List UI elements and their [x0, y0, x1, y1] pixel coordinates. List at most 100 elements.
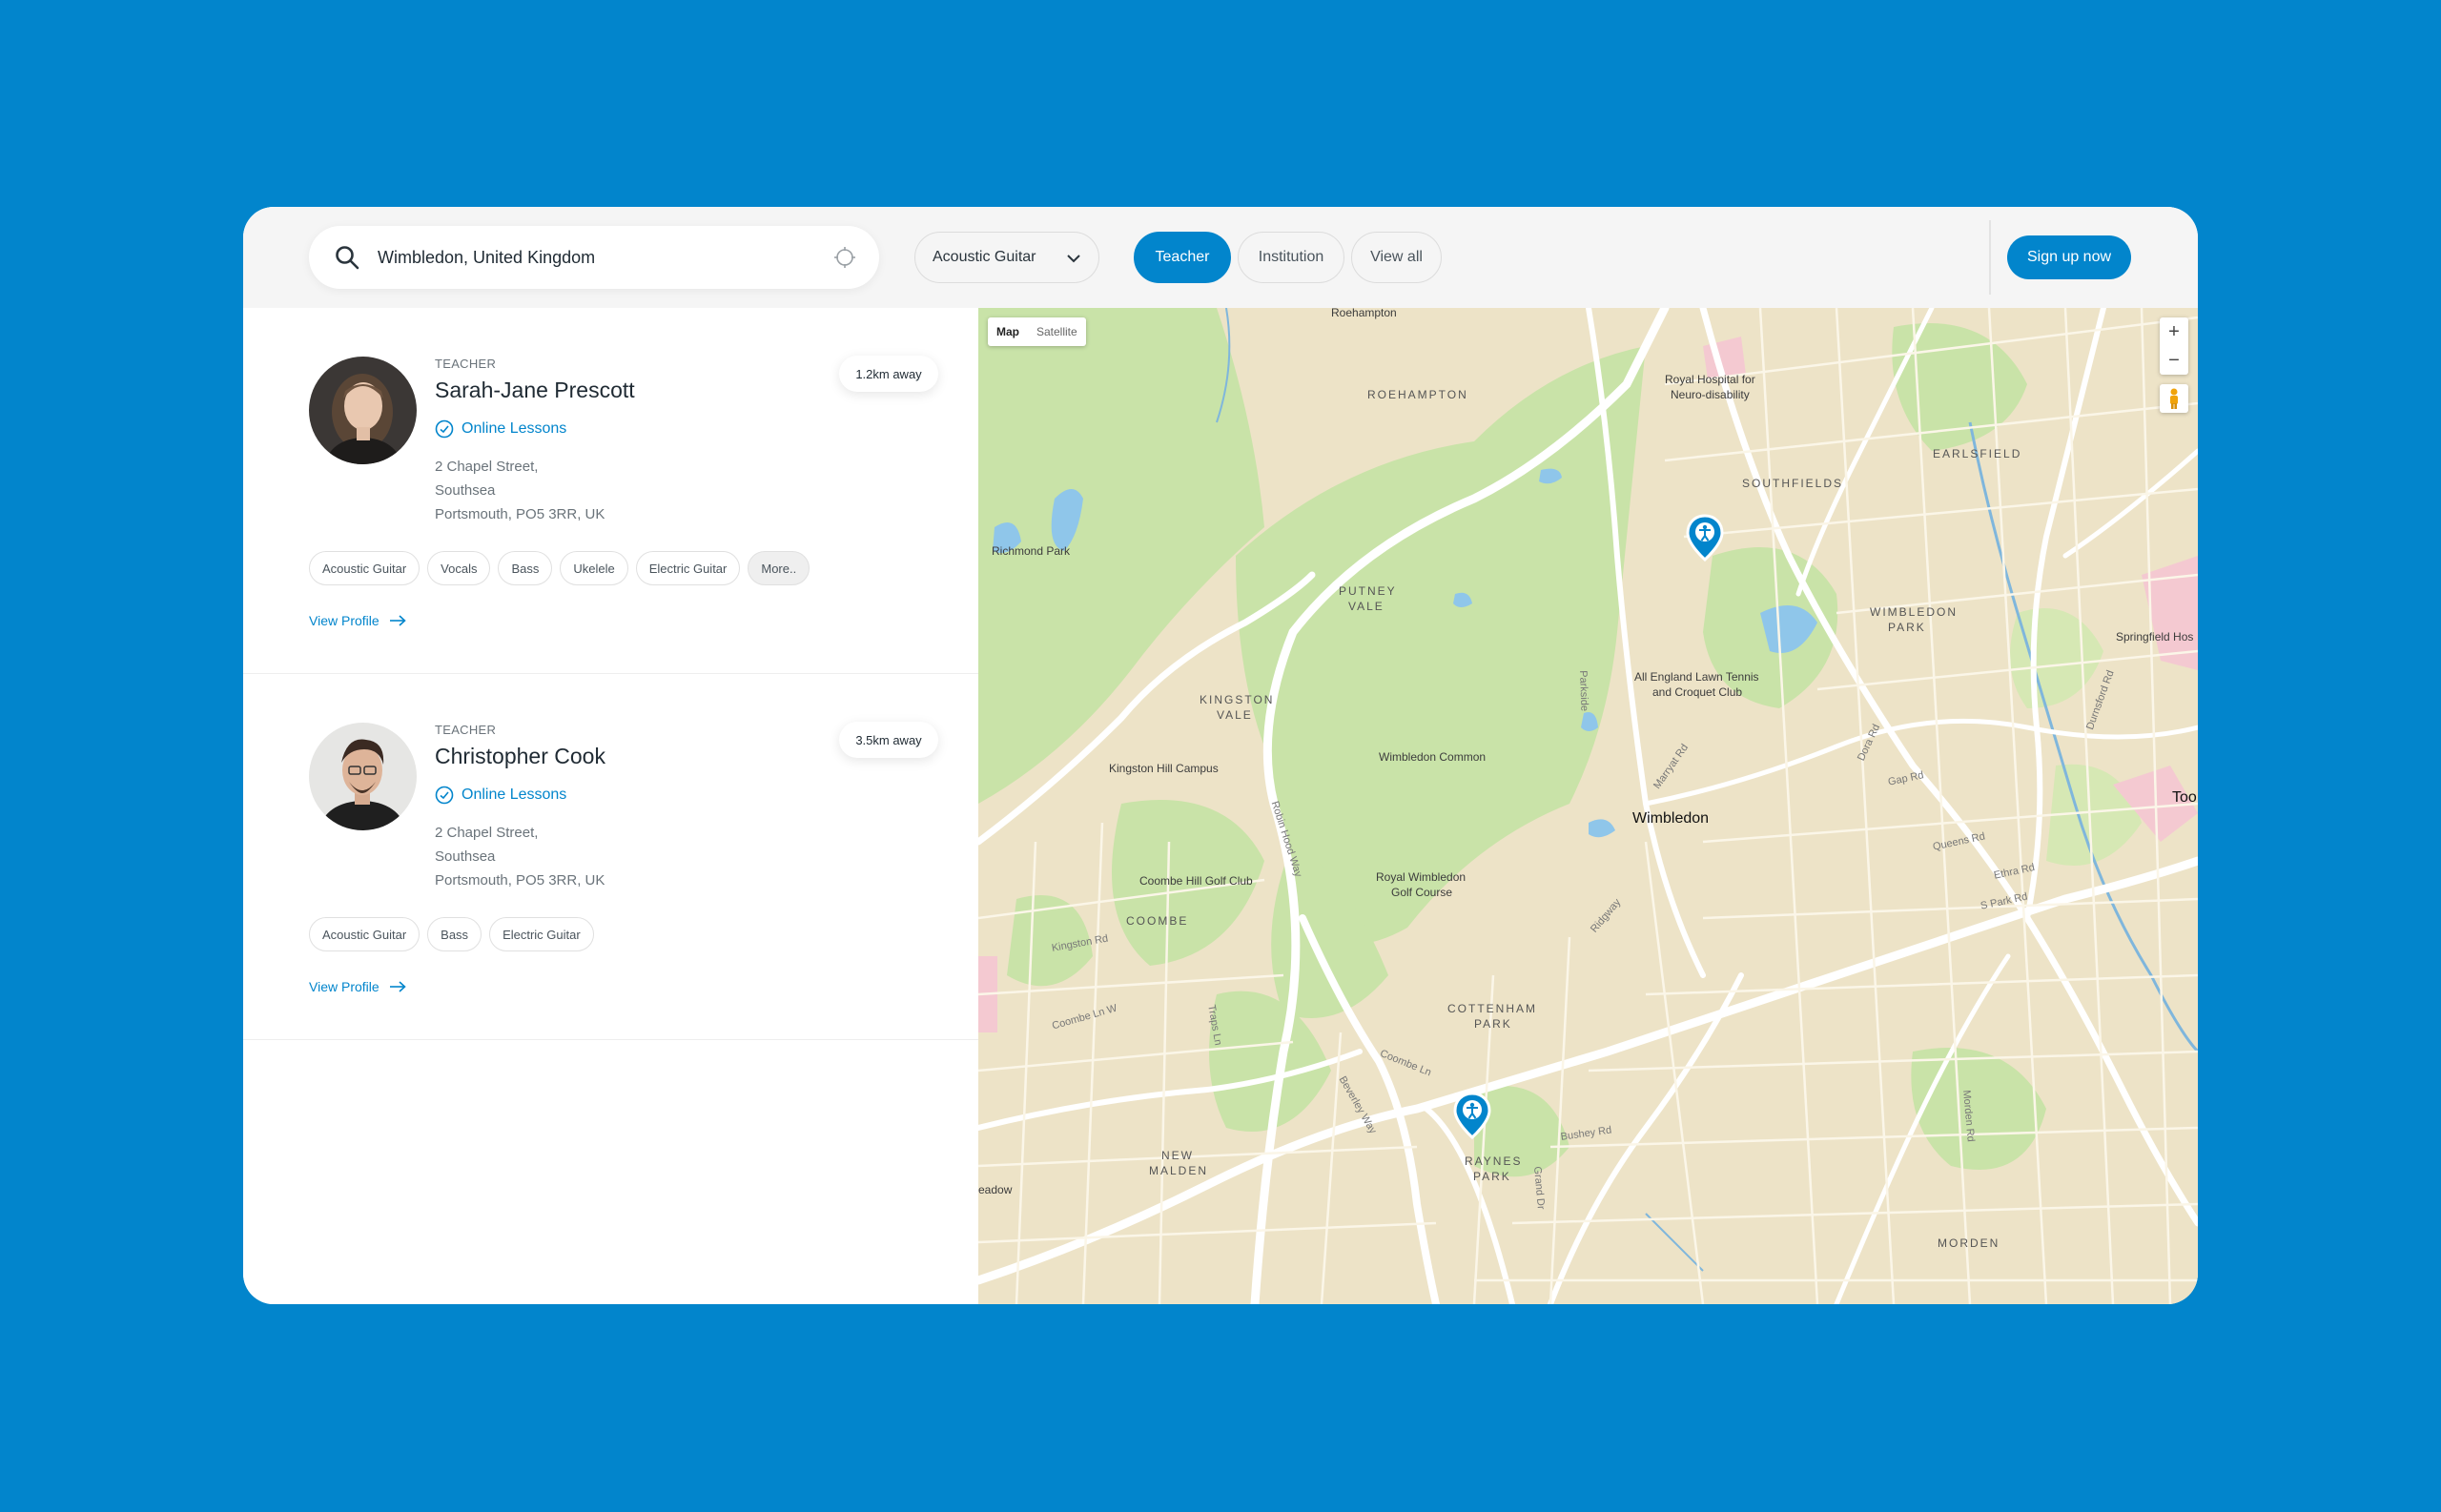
result-role: TEACHER	[435, 357, 497, 371]
sign-up-button[interactable]: Sign up now	[2007, 235, 2131, 279]
map-label: Golf Course	[1391, 886, 1453, 899]
map-label: Springfield Hos	[2116, 630, 2194, 644]
filter-view-all[interactable]: View all	[1351, 232, 1442, 283]
map-label: PUTNEY	[1339, 584, 1397, 598]
online-lessons: Online Lessons	[435, 786, 566, 805]
map-label: NEW	[1161, 1149, 1194, 1162]
instrument-tag[interactable]: Vocals	[427, 551, 491, 585]
search-box[interactable]	[309, 226, 879, 289]
view-profile-link[interactable]: View Profile	[309, 979, 406, 994]
map-label: COOMBE	[1126, 914, 1189, 928]
map-label: Coombe Hill Golf Club	[1139, 874, 1253, 888]
zoom-control: + −	[2160, 317, 2188, 375]
map-label: Wimbledon	[1632, 810, 1710, 827]
instrument-tags: Acoustic Guitar Bass Electric Guitar	[309, 917, 594, 951]
online-lessons-label: Online Lessons	[462, 787, 567, 803]
map-label: COTTENHAM	[1447, 1002, 1537, 1015]
map-label: SOUTHFIELDS	[1742, 477, 1844, 490]
map-type-satellite[interactable]: Satellite	[1028, 325, 1086, 338]
map-label: MALDEN	[1149, 1164, 1209, 1177]
result-name[interactable]: Christopher Cook	[435, 744, 605, 769]
avatar[interactable]	[309, 357, 417, 464]
result-address: 2 Chapel Street, Southsea Portsmouth, PO…	[435, 821, 605, 892]
map-type-control: Map Satellite	[988, 317, 1086, 346]
address-line: Portsmouth, PO5 3RR, UK	[435, 506, 605, 522]
map-label: PARK	[1473, 1170, 1511, 1183]
view-profile-label: View Profile	[309, 613, 379, 628]
online-lessons-label: Online Lessons	[462, 420, 567, 437]
filter-institution[interactable]: Institution	[1238, 232, 1344, 283]
instrument-tag[interactable]: Acoustic Guitar	[309, 551, 421, 585]
arrow-right-icon	[389, 615, 406, 626]
map-label: and Croquet Club	[1652, 685, 1743, 699]
search-input[interactable]	[378, 226, 797, 289]
arrow-right-icon	[389, 981, 406, 992]
result-name[interactable]: Sarah-Jane Prescott	[435, 378, 635, 403]
map-label: PARK	[1888, 621, 1926, 634]
map-label: VALE	[1348, 600, 1385, 613]
zoom-in-button[interactable]: +	[2160, 317, 2188, 346]
result-card: TEACHER Sarah-Jane Prescott Online Lesso…	[243, 308, 978, 674]
app-window: Acoustic Guitar Teacher Institution View…	[243, 207, 2198, 1304]
avatar[interactable]	[309, 723, 417, 830]
result-address: 2 Chapel Street, Southsea Portsmouth, PO…	[435, 455, 605, 526]
online-lessons: Online Lessons	[435, 419, 566, 439]
map-label: All England Lawn Tennis	[1634, 670, 1759, 684]
map-road-label: Parkside	[1577, 670, 1590, 712]
more-tags-button[interactable]: More..	[748, 551, 810, 585]
view-profile-link[interactable]: View Profile	[309, 613, 406, 628]
search-icon	[336, 246, 359, 270]
check-circle-icon	[435, 419, 454, 439]
result-card: TEACHER Christopher Cook Online Lessons …	[243, 674, 978, 1040]
map-label: Neuro-disability	[1671, 388, 1750, 401]
map-label: EARLSFIELD	[1933, 447, 2022, 460]
address-line: Southsea	[435, 848, 496, 865]
instrument-tags: Acoustic Guitar Vocals Bass Ukelele Elec…	[309, 551, 810, 585]
check-circle-icon	[435, 786, 454, 805]
distance-badge: 3.5km away	[839, 722, 938, 758]
map-label: Wimbledon Common	[1379, 750, 1487, 764]
map-label: RAYNES	[1465, 1154, 1523, 1168]
map-type-map[interactable]: Map	[988, 325, 1028, 338]
top-bar: Acoustic Guitar Teacher Institution View…	[243, 207, 2198, 308]
map-label: VALE	[1217, 708, 1253, 722]
map-view[interactable]: Roehampton ROEHAMPTON Royal Hospital for…	[978, 308, 2198, 1304]
map-label: PARK	[1474, 1017, 1512, 1031]
header-divider	[1989, 220, 1991, 295]
instrument-select-value: Acoustic Guitar	[933, 249, 1036, 265]
teacher-map-pin[interactable]	[1686, 514, 1724, 562]
map-label: Royal Wimbledon	[1376, 870, 1467, 884]
map-label: Too	[2172, 789, 2197, 806]
distance-badge: 1.2km away	[839, 356, 938, 392]
teacher-map-pin[interactable]	[1453, 1092, 1491, 1139]
result-role: TEACHER	[435, 723, 497, 737]
view-profile-label: View Profile	[309, 979, 379, 994]
address-line: 2 Chapel Street,	[435, 459, 539, 475]
address-line: 2 Chapel Street,	[435, 825, 539, 841]
map-label: MORDEN	[1938, 1236, 2000, 1250]
locate-icon[interactable]	[833, 246, 856, 269]
map-label: Royal Hospital for	[1665, 373, 1755, 386]
instrument-tag[interactable]: Bass	[498, 551, 553, 585]
zoom-out-button[interactable]: −	[2160, 346, 2188, 375]
instrument-tag[interactable]: Bass	[427, 917, 482, 951]
map-label: eadow	[978, 1183, 1013, 1196]
instrument-tag[interactable]: Ukelele	[560, 551, 628, 585]
instrument-tag[interactable]: Electric Guitar	[635, 551, 741, 585]
results-list: TEACHER Sarah-Jane Prescott Online Lesso…	[243, 308, 978, 1304]
street-view-button[interactable]	[2160, 384, 2188, 413]
map-label: Kingston Hill Campus	[1109, 762, 1219, 775]
map-label: Richmond Park	[992, 544, 1071, 558]
instrument-select[interactable]: Acoustic Guitar	[914, 232, 1099, 283]
pegman-icon	[2170, 388, 2178, 409]
instrument-tag[interactable]: Electric Guitar	[489, 917, 594, 951]
map-label: KINGSTON	[1200, 693, 1275, 706]
map-label: ROEHAMPTON	[1367, 388, 1468, 401]
map-label: Roehampton	[1331, 308, 1397, 319]
filter-teacher[interactable]: Teacher	[1134, 232, 1231, 283]
map-label: WIMBLEDON	[1870, 605, 1959, 619]
address-line: Portsmouth, PO5 3RR, UK	[435, 872, 605, 889]
chevron-down-icon	[1067, 255, 1080, 263]
address-line: Southsea	[435, 482, 496, 499]
instrument-tag[interactable]: Acoustic Guitar	[309, 917, 421, 951]
